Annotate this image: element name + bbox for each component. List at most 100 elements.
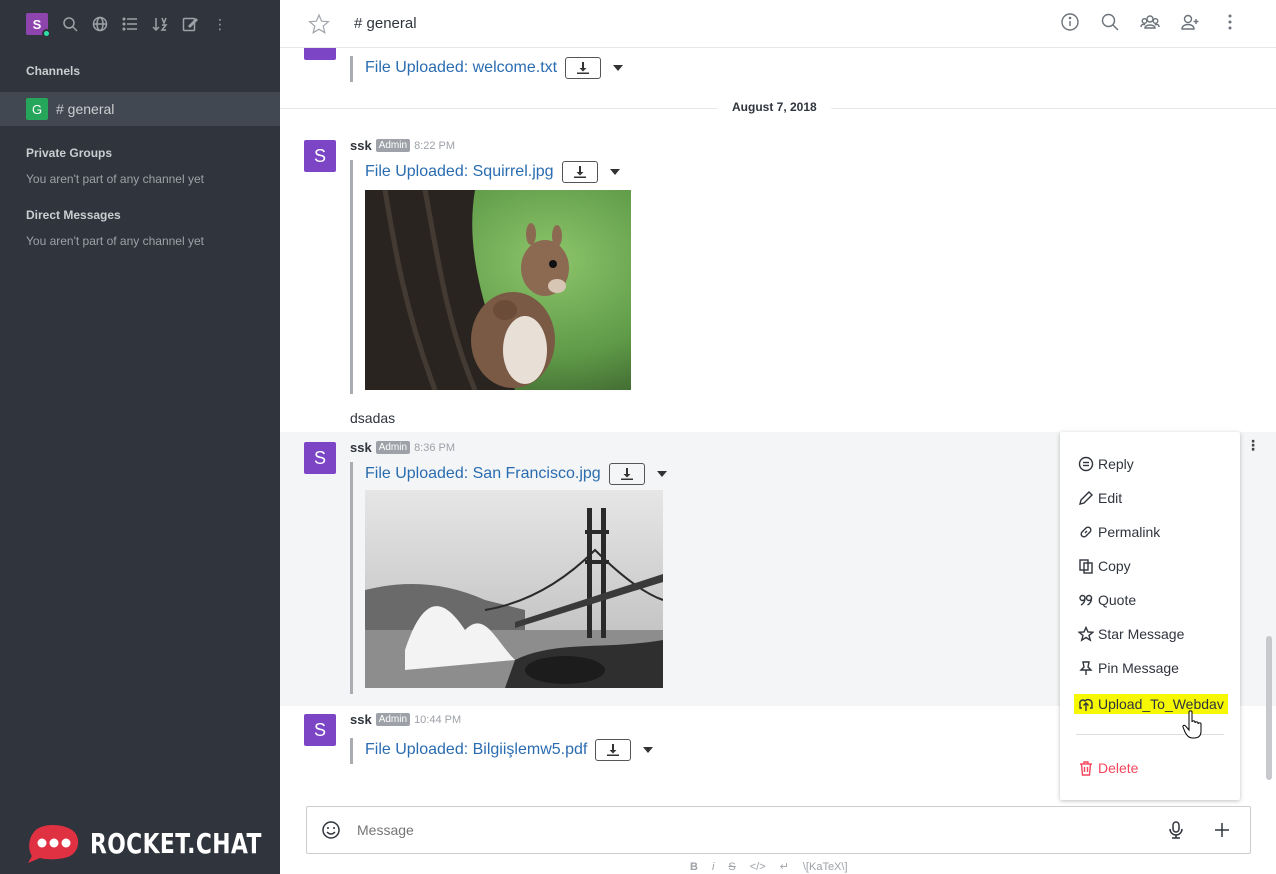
menu-item-delete[interactable]: Delete: [1078, 760, 1138, 776]
avatar[interactable]: S: [304, 714, 336, 746]
file-link-row: File Uploaded: San Francisco.jpg: [365, 462, 667, 486]
message-header: ssk Admin 10:44 PM: [350, 712, 461, 727]
search-messages-icon[interactable]: [1100, 12, 1120, 32]
file-link[interactable]: File Uploaded: Bilgiişlemw5.pdf: [365, 741, 587, 759]
private-groups-empty-text: You aren't part of any channel yet: [26, 172, 204, 186]
message-context-menu: Reply Edit Permalink Copy Quote Star Mes…: [1060, 432, 1240, 800]
menu-item-edit[interactable]: Edit: [1078, 490, 1122, 506]
san-francisco-image[interactable]: [365, 490, 663, 688]
message-composer: [306, 806, 1251, 854]
attachment-collapse-caret[interactable]: [613, 65, 624, 71]
download-button[interactable]: [595, 739, 632, 761]
strike-button[interactable]: S: [728, 861, 735, 873]
room-header: # general: [280, 0, 1276, 48]
file-link[interactable]: File Uploaded: San Francisco.jpg: [365, 465, 601, 483]
private-groups-section: Private Groups You aren't part of any ch…: [26, 146, 204, 186]
sidebar-item-general[interactable]: G # general: [0, 92, 280, 126]
menu-item-label: Reply: [1098, 456, 1134, 472]
menu-item-upload-to-webdav[interactable]: Upload_To_Webdav: [1074, 694, 1228, 714]
menu-item-label: Delete: [1098, 760, 1139, 776]
file-link[interactable]: File Uploaded: Squirrel.jpg: [365, 163, 554, 181]
sidebar-item-label: # general: [56, 101, 115, 117]
newline-icon[interactable]: ↵: [780, 860, 789, 873]
sort-icon[interactable]: [152, 16, 168, 32]
menu-item-label: Pin Message: [1098, 660, 1179, 676]
view-list-icon[interactable]: [122, 16, 138, 32]
username[interactable]: ssk: [350, 712, 372, 727]
attachment-collapse-caret[interactable]: [656, 471, 667, 477]
rocket-chat-logo: ROCKET.CHAT: [26, 822, 310, 864]
file-attachment: File Uploaded: Bilgiişlemw5.pdf: [350, 738, 654, 764]
italic-button[interactable]: i: [712, 861, 714, 873]
copy-icon: [1079, 559, 1093, 574]
file-attachment: File Uploaded: welcome.txt: [350, 56, 624, 82]
message-actions-kebab-icon[interactable]: ⋮: [1246, 438, 1260, 452]
download-icon: [577, 62, 590, 74]
file-link-row: File Uploaded: Bilgiişlemw5.pdf: [365, 738, 654, 762]
download-icon: [607, 744, 620, 756]
file-link[interactable]: File Uploaded: welcome.txt: [365, 59, 557, 77]
date-separator-label: August 7, 2018: [718, 100, 831, 114]
trash-icon: [1080, 761, 1092, 776]
code-button[interactable]: </>: [750, 861, 766, 873]
message-header: ssk Admin 8:22 PM: [350, 138, 455, 153]
menu-item-quote[interactable]: Quote: [1078, 592, 1136, 608]
download-button[interactable]: [561, 161, 598, 183]
user-avatar-letter: S: [32, 16, 42, 32]
katex-button[interactable]: \[KaTeX\]: [803, 861, 848, 873]
menu-item-reply[interactable]: Reply: [1078, 456, 1134, 472]
quote-icon: [1079, 594, 1093, 606]
directory-globe-icon[interactable]: [92, 16, 108, 32]
sidebar: S ⋮ Channels G # general Private Groups …: [0, 0, 280, 874]
file-link-row: File Uploaded: welcome.txt: [365, 56, 624, 80]
file-attachment: File Uploaded: Squirrel.jpg: [350, 160, 631, 394]
file-link-row: File Uploaded: Squirrel.jpg: [365, 160, 631, 184]
info-icon[interactable]: [1060, 12, 1080, 32]
menu-item-pin-message[interactable]: Pin Message: [1078, 660, 1179, 676]
members-icon[interactable]: [1140, 12, 1160, 32]
attachment-collapse-caret[interactable]: [609, 169, 620, 175]
pin-icon: [1079, 661, 1093, 675]
download-button[interactable]: [608, 463, 645, 485]
add-user-icon[interactable]: [1180, 12, 1200, 32]
username[interactable]: ssk: [350, 138, 372, 153]
message-input[interactable]: [357, 822, 1166, 838]
favorite-star-icon[interactable]: [308, 12, 330, 35]
message-text: dsadas: [350, 410, 396, 426]
channels-heading: Channels: [26, 64, 81, 78]
plus-icon[interactable]: [1214, 822, 1230, 838]
avatar[interactable]: S: [304, 442, 336, 474]
rocket-chat-logo-text: ROCKET.CHAT: [90, 826, 262, 860]
direct-messages-section: Direct Messages You aren't part of any c…: [26, 208, 204, 248]
message-item: File Uploaded: welcome.txt: [280, 48, 1276, 108]
menu-item-label: Star Message: [1098, 626, 1185, 642]
menu-item-star-message[interactable]: Star Message: [1078, 626, 1184, 642]
room-title: # general: [354, 15, 417, 32]
private-groups-heading: Private Groups: [26, 146, 113, 160]
emoji-icon[interactable]: [321, 820, 341, 840]
role-badge: Admin: [375, 441, 411, 454]
squirrel-image[interactable]: [365, 190, 631, 390]
message-item: S ssk Admin 8:22 PM File Uploaded: Squir…: [280, 132, 1276, 432]
direct-messages-empty-text: You aren't part of any channel yet: [26, 234, 204, 248]
formatting-toolbar: B i S </> ↵ \[KaTeX\]: [690, 860, 848, 874]
create-new-icon[interactable]: [182, 16, 198, 32]
username[interactable]: ssk: [350, 440, 372, 455]
menu-item-label: Edit: [1098, 490, 1123, 506]
bold-button[interactable]: B: [690, 861, 698, 873]
scrollbar-thumb[interactable]: [1266, 636, 1272, 780]
kebab-menu-icon[interactable]: [1220, 12, 1240, 32]
channel-avatar: G: [26, 98, 48, 120]
search-icon[interactable]: [62, 16, 78, 32]
menu-item-permalink[interactable]: Permalink: [1078, 524, 1160, 540]
more-menu-icon[interactable]: ⋮: [212, 16, 228, 32]
pencil-icon: [1079, 491, 1093, 505]
avatar[interactable]: S: [304, 140, 336, 172]
microphone-icon[interactable]: [1166, 820, 1186, 840]
menu-item-copy[interactable]: Copy: [1078, 558, 1131, 574]
cloud-upload-icon: [1079, 698, 1093, 711]
user-avatar[interactable]: S: [26, 13, 51, 38]
attachment-collapse-caret[interactable]: [643, 747, 654, 753]
download-button[interactable]: [565, 57, 602, 79]
avatar[interactable]: [304, 48, 336, 60]
